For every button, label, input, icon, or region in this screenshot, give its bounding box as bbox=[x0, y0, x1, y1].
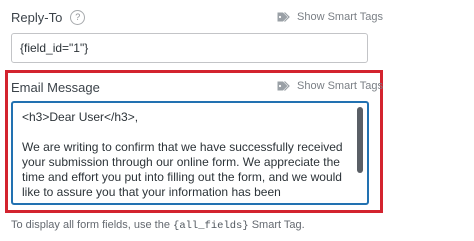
email-message-textarea[interactable]: <h3>Dear User</h3>, We are writing to co… bbox=[11, 101, 369, 205]
textarea-scrollbar[interactable] bbox=[357, 107, 363, 173]
email-message-label: Email Message bbox=[11, 80, 100, 95]
reply-to-label: Reply-To bbox=[11, 10, 63, 25]
email-message-show-smart-tags-link[interactable]: Show Smart Tags bbox=[277, 80, 383, 92]
email-message-text[interactable]: <h3>Dear User</h3>, We are writing to co… bbox=[22, 110, 350, 200]
helper-suffix: Smart Tag. bbox=[251, 219, 305, 231]
show-smart-tags-label: Show Smart Tags bbox=[297, 80, 384, 92]
reply-to-input[interactable]: {field_id="1"} bbox=[11, 33, 368, 63]
tag-icon bbox=[277, 11, 291, 23]
question-circle-icon[interactable]: ? bbox=[70, 10, 86, 25]
tag-icon bbox=[277, 80, 291, 92]
reply-to-label-row: Reply-To ? bbox=[11, 10, 86, 25]
helper-prefix: To display all form fields, use the bbox=[11, 219, 170, 231]
show-smart-tags-label: Show Smart Tags bbox=[297, 11, 384, 23]
all-fields-code: {all_fields} bbox=[173, 220, 249, 232]
reply-to-show-smart-tags-link[interactable]: Show Smart Tags bbox=[277, 11, 383, 23]
all-fields-helper-text: To display all form fields, use the {all… bbox=[11, 219, 305, 232]
